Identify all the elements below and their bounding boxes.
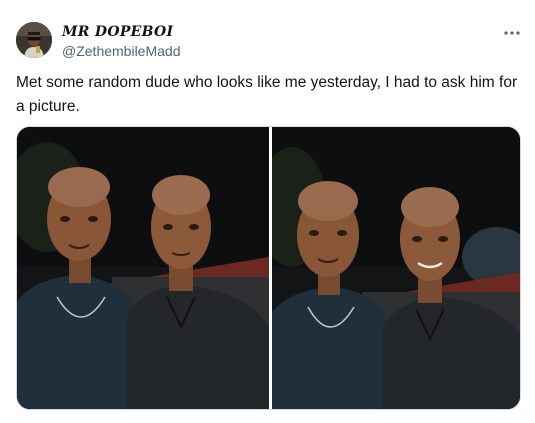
- author-handle[interactable]: @ZethembileMadd: [62, 43, 181, 59]
- photo-1[interactable]: [17, 127, 269, 409]
- tweet-text: Met some random dude who looks like me y…: [16, 74, 518, 115]
- tweet: MR DOPEBOI @ZethembileMadd Met some rand…: [0, 0, 535, 423]
- author-avatar[interactable]: [16, 22, 52, 58]
- more-options-button[interactable]: [502, 26, 522, 38]
- photo-1-image: [17, 127, 269, 409]
- photo-2[interactable]: [272, 127, 520, 409]
- more-horizontal-icon: [504, 31, 520, 35]
- media-grid: [16, 126, 521, 410]
- author-display-name[interactable]: MR DOPEBOI: [62, 24, 173, 40]
- photo-2-image: [272, 127, 520, 409]
- profile-avatar-icon: [16, 22, 52, 58]
